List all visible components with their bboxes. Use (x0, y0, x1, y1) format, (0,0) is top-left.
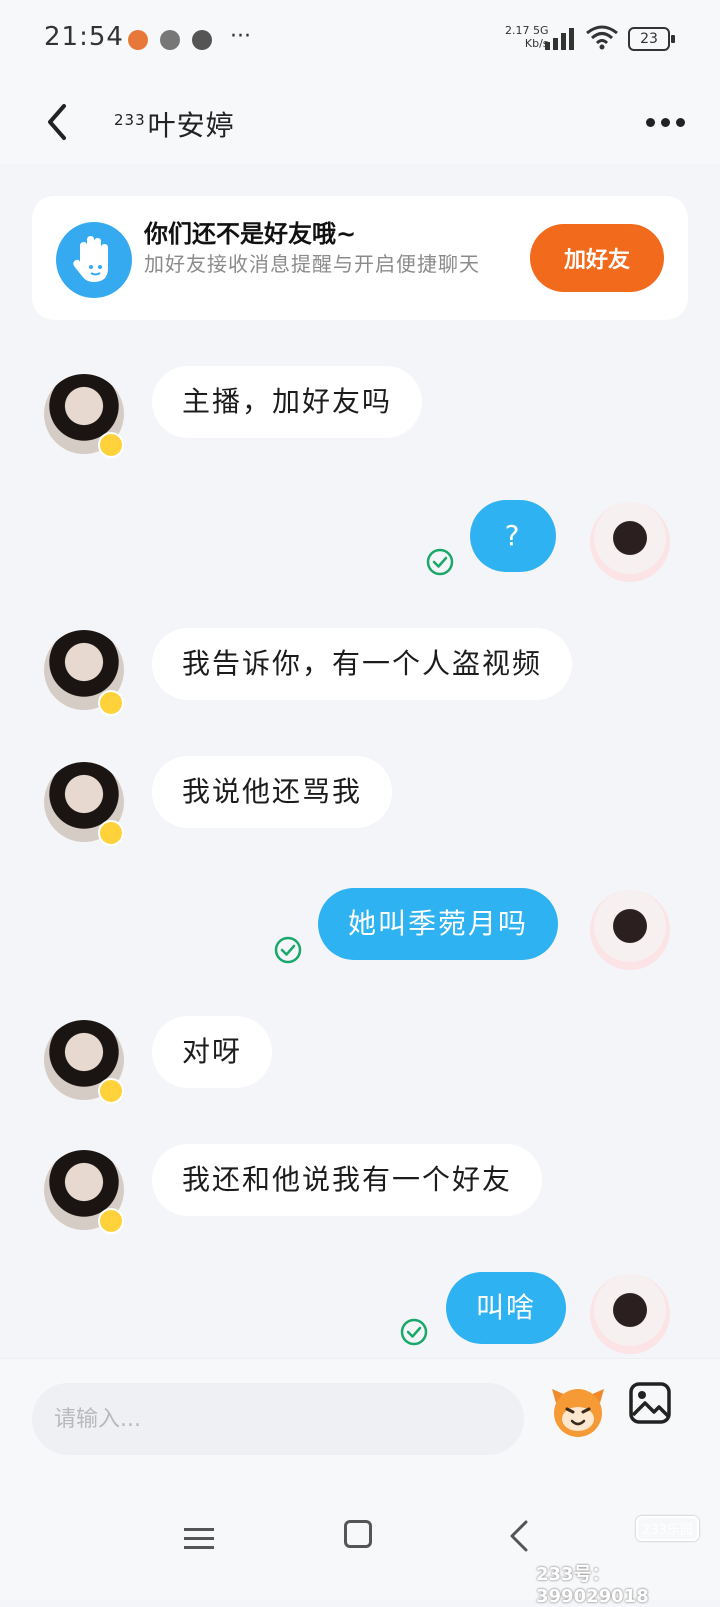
read-check-icon (426, 548, 454, 576)
message-input-bar (0, 1358, 720, 1489)
incoming-message-bubble[interactable]: 我还和他说我有一个好友 (152, 1144, 543, 1216)
incoming-message-bubble[interactable]: 对呀 (152, 1016, 273, 1088)
network-speed-unit: Kb/s (524, 37, 549, 50)
signal-icon (545, 28, 574, 50)
app-notification-icon (160, 30, 180, 50)
my-avatar[interactable] (590, 502, 670, 582)
chat-title: 233叶安婷 (114, 104, 235, 144)
banner-subtitle: 加好友接收消息提醒与开启便捷聊天 (144, 252, 480, 276)
emoji-mascot-icon[interactable] (548, 1381, 608, 1441)
battery-icon: 23 (628, 27, 675, 51)
more-options-icon[interactable] (646, 110, 690, 134)
network-speed: 2.17 5G Kb/s (505, 24, 549, 50)
my-avatar[interactable] (590, 890, 670, 970)
hand-logo-icon (56, 222, 132, 298)
status-bar: 21:54 ··· 2.17 5G Kb/s 23 (0, 0, 720, 80)
wifi-icon (586, 25, 618, 50)
outgoing-message-bubble[interactable]: 她叫季菀月吗 (318, 888, 559, 960)
emoji-badge-icon (98, 690, 124, 716)
read-check-icon (400, 1318, 428, 1346)
chat-title-name: 叶安婷 (147, 109, 235, 142)
chat-header: 233叶安婷 (0, 80, 720, 164)
app-notification-icon (128, 30, 148, 50)
network-speed-value: 2.17 5G (505, 24, 549, 37)
back-arrow-icon[interactable] (38, 98, 78, 146)
outgoing-message-bubble[interactable]: 叫啥 (446, 1272, 567, 1344)
read-check-icon (274, 936, 302, 964)
recent-apps-icon[interactable] (184, 1526, 214, 1552)
add-friend-banner: 你们还不是好友哦~ 加好友接收消息提醒与开启便捷聊天 加好友 (32, 196, 688, 320)
incoming-message-bubble[interactable]: 主播，加好友吗 (152, 366, 423, 438)
banner-title: 你们还不是好友哦~ (144, 220, 357, 248)
home-icon[interactable] (344, 1520, 372, 1548)
system-navigation-bar: 233乐园 233号：399029018 (0, 1488, 720, 1607)
add-friend-button[interactable]: 加好友 (530, 224, 664, 292)
image-picker-icon[interactable] (628, 1381, 672, 1425)
message-input[interactable] (32, 1383, 524, 1455)
outgoing-message-bubble[interactable]: ? (470, 500, 556, 572)
status-time: 21:54 (44, 22, 124, 52)
system-back-icon[interactable] (506, 1518, 530, 1554)
emoji-badge-icon (98, 1078, 124, 1104)
incoming-message-bubble[interactable]: 我说他还骂我 (152, 756, 393, 828)
more-notifications-icon: ··· (230, 24, 251, 49)
notification-icons (128, 30, 212, 50)
emoji-badge-icon (98, 1208, 124, 1234)
my-avatar[interactable] (590, 1274, 670, 1354)
app-notification-icon (192, 30, 212, 50)
emoji-badge-icon (98, 820, 124, 846)
chat-title-prefix: 233 (114, 111, 146, 129)
emoji-badge-icon (98, 432, 124, 458)
incoming-message-bubble[interactable]: 我告诉你，有一个人盗视频 (152, 628, 573, 700)
watermark-logo: 233乐园 (636, 1516, 699, 1541)
